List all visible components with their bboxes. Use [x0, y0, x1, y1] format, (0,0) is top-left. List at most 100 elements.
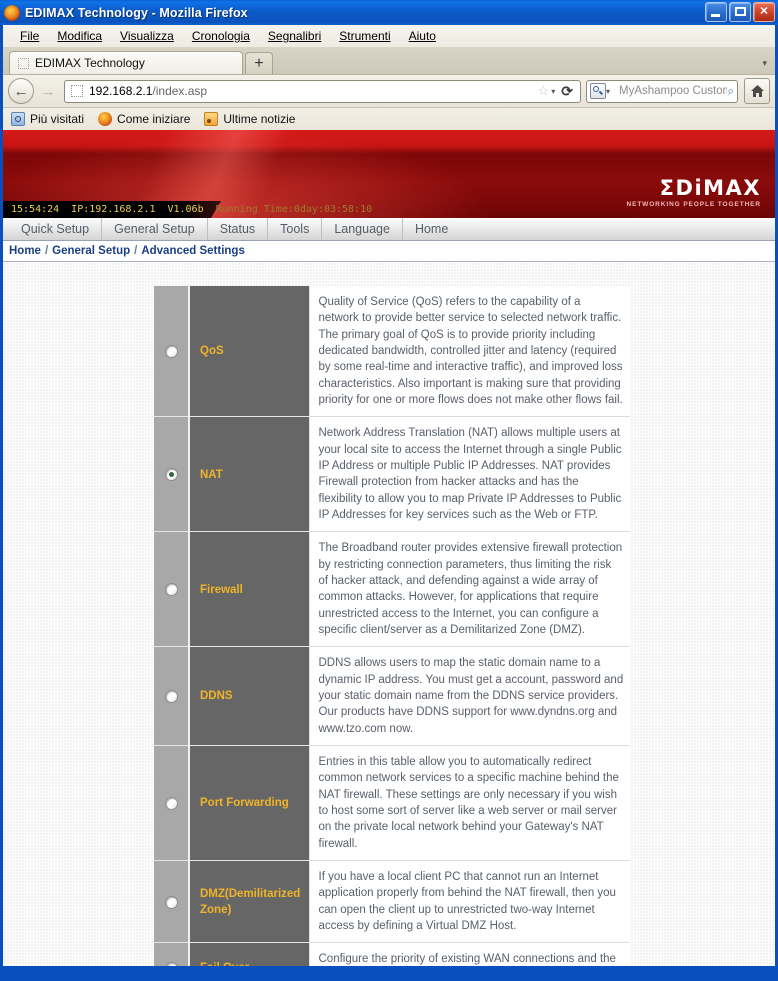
label-cell-qos[interactable]: QoS — [188, 286, 309, 418]
page-viewport: ΣDiMAX NETWORKING PEOPLE TOGETHER 15:54:… — [0, 130, 778, 971]
radio-firewall[interactable] — [164, 583, 178, 597]
menu-strumenti[interactable]: Strumenti — [330, 27, 399, 45]
bookmark-ultime-notizie[interactable]: Ultime notizie — [204, 112, 295, 126]
radio-cell-fail-over[interactable] — [154, 942, 189, 966]
tab-favicon-icon — [18, 57, 29, 69]
close-icon: ✕ — [759, 5, 769, 18]
setting-label-qos: QoS — [200, 345, 224, 358]
forward-button[interactable]: → — [37, 80, 59, 102]
status-ip: IP:192.168.2.1 — [71, 204, 156, 215]
magnifier-icon[interactable]: ⌕ — [725, 82, 735, 99]
radio-cell-firewall[interactable] — [154, 531, 189, 648]
search-bar[interactable]: ▾ MyAshampoo Customiz ⌕ — [586, 79, 738, 103]
radio-port-forwarding[interactable] — [164, 797, 178, 811]
label-cell-firewall[interactable]: Firewall — [188, 531, 309, 648]
radio-dmz[interactable] — [164, 895, 178, 909]
menu-segnalibri-label: Segnalibri — [267, 29, 322, 43]
bookmark-come-iniziare[interactable]: Come iniziare — [98, 112, 190, 126]
table-row[interactable]: QoS Quality of Service (QoS) refers to t… — [154, 286, 630, 418]
tab-strip: EDIMAX Technology + ▾ — [3, 47, 775, 74]
nav-tab-status[interactable]: Status — [208, 218, 269, 240]
search-input[interactable]: MyAshampoo Customiz — [619, 85, 727, 97]
table-row[interactable]: Fail Over Configure the priority of exis… — [154, 942, 630, 971]
radio-nat[interactable] — [164, 468, 178, 482]
status-uptime: Running Time:0day:03:58:10 — [215, 204, 373, 215]
setting-label-fail-over: Fail Over — [200, 961, 250, 971]
navigation-toolbar: ← → 192.168.2.1/index.asp ☆ ▾ ⟳ ▾ MyAsha… — [3, 74, 775, 107]
setting-label-port-forwarding: Port Forwarding — [200, 797, 289, 810]
table-row[interactable]: Port Forwarding Entries in this table al… — [154, 745, 630, 861]
address-bar[interactable]: 192.168.2.1/index.asp ☆ ▾ ⟳ — [64, 79, 581, 103]
description-ddns: DDNS allows users to map the static doma… — [308, 646, 630, 746]
menu-aiuto-label: Aiuto — [408, 29, 436, 43]
bookmarks-toolbar: Più visitati Come iniziare Ultime notizi… — [3, 107, 775, 130]
new-tab-button[interactable]: + — [245, 52, 273, 74]
home-button[interactable] — [744, 78, 770, 104]
minimize-button[interactable] — [705, 2, 727, 22]
url-path: /index.asp — [152, 84, 208, 98]
tab-edimax-technology[interactable]: EDIMAX Technology — [9, 51, 243, 74]
menu-aiuto[interactable]: Aiuto — [400, 27, 445, 45]
close-button[interactable]: ✕ — [753, 2, 775, 22]
browser-chrome: File Modifica Visualizza Cronologia Segn… — [0, 25, 778, 130]
menu-strumenti-label: Strumenti — [339, 29, 391, 43]
nav-tab-language[interactable]: Language — [322, 218, 403, 240]
bookmark-label: Più visitati — [30, 112, 85, 126]
nav-tab-tools[interactable]: Tools — [268, 218, 323, 240]
bookmark-piu-visitati[interactable]: Più visitati — [11, 112, 84, 126]
nav-tab-general-setup[interactable]: General Setup — [102, 218, 208, 240]
menu-cronologia[interactable]: Cronologia — [183, 27, 259, 45]
breadcrumb-item-advanced-settings: Advanced Settings — [141, 245, 245, 257]
radio-qos[interactable] — [164, 345, 178, 359]
url-input[interactable]: 192.168.2.1/index.asp — [89, 84, 538, 98]
breadcrumb-separator: / — [44, 245, 49, 257]
search-engine-icon[interactable] — [590, 83, 606, 99]
router-nav-tabs: Quick Setup General Setup Status Tools L… — [3, 218, 775, 241]
radio-ddns[interactable] — [164, 690, 178, 704]
maximize-button[interactable] — [729, 2, 751, 22]
breadcrumb-item-general-setup[interactable]: General Setup — [52, 245, 130, 257]
menu-file[interactable]: File — [11, 27, 48, 45]
browser-window: EDIMAX Technology - Mozilla Firefox ✕ Fi… — [0, 0, 778, 981]
search-chevron-down-icon[interactable]: ▾ — [606, 87, 610, 96]
nav-tab-quick-setup[interactable]: Quick Setup — [9, 218, 103, 240]
breadcrumb-separator: / — [134, 245, 138, 257]
status-version: V1.06b — [167, 204, 204, 215]
label-cell-port-forwarding[interactable]: Port Forwarding — [188, 745, 309, 861]
page-content: QoS Quality of Service (QoS) refers to t… — [3, 262, 775, 971]
label-cell-nat[interactable]: NAT — [188, 416, 309, 533]
setting-label-nat: NAT — [200, 468, 223, 481]
back-button[interactable]: ← — [8, 78, 34, 104]
list-all-tabs-icon[interactable]: ▾ — [762, 58, 767, 69]
nav-tab-home[interactable]: Home — [403, 218, 460, 240]
label-cell-fail-over[interactable]: Fail Over — [188, 942, 309, 971]
menu-bar: File Modifica Visualizza Cronologia Segn… — [3, 25, 775, 47]
radio-cell-dmz[interactable] — [154, 860, 189, 944]
radio-cell-qos[interactable] — [154, 286, 189, 418]
radio-cell-port-forwarding[interactable] — [154, 745, 189, 861]
menu-visualizza[interactable]: Visualizza — [111, 27, 183, 45]
setting-label-firewall: Firewall — [200, 583, 243, 596]
edimax-logo: ΣDiMAX NETWORKING PEOPLE TOGETHER — [626, 178, 761, 209]
breadcrumb: Home / General Setup / Advanced Settings — [3, 241, 775, 262]
label-cell-ddns[interactable]: DDNS — [188, 646, 309, 746]
radio-cell-nat[interactable] — [154, 416, 189, 533]
table-row[interactable]: NAT Network Address Translation (NAT) al… — [154, 416, 630, 533]
menu-segnalibri[interactable]: Segnalibri — [259, 27, 330, 45]
label-cell-dmz[interactable]: DMZ(Demilitarized Zone) — [188, 860, 309, 944]
description-nat: Network Address Translation (NAT) allows… — [308, 416, 630, 533]
radio-cell-ddns[interactable] — [154, 646, 189, 746]
reload-icon[interactable]: ⟳ — [561, 83, 573, 100]
breadcrumb-item-home[interactable]: Home — [9, 245, 41, 257]
table-row[interactable]: Firewall The Broadband router provides e… — [154, 531, 630, 648]
bookmark-star-icon[interactable]: ☆ — [538, 83, 550, 99]
chevron-down-icon[interactable]: ▾ — [551, 87, 555, 96]
table-row[interactable]: DDNS DDNS allows users to map the static… — [154, 646, 630, 746]
menu-modifica-label: Modifica — [57, 29, 103, 43]
arrow-right-icon: → — [40, 82, 56, 100]
menu-modifica[interactable]: Modifica — [48, 27, 111, 45]
home-icon — [750, 85, 764, 97]
table-row[interactable]: DMZ(Demilitarized Zone) If you have a lo… — [154, 860, 630, 944]
radio-fail-over[interactable] — [164, 961, 178, 966]
arrow-left-icon: ← — [13, 82, 29, 100]
